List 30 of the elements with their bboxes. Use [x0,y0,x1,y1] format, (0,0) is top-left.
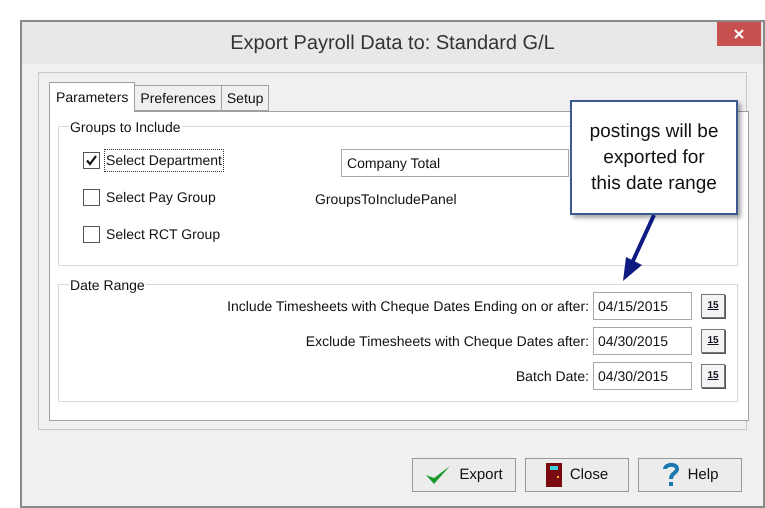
export-button[interactable]: Export [412,458,516,492]
calendar-button[interactable]: 15 [701,329,725,353]
close-button[interactable] [717,22,761,46]
field-label: Batch Date: [516,366,589,386]
field-label: Include Timesheets with Cheque Dates Ending on or after: [227,296,589,316]
tab[interactable]: Setup [220,85,270,111]
callout-text: postings will be exported for this date range [570,100,738,215]
panel-label: GroupsToIncludePanel [315,190,458,209]
checkbox[interactable] [83,152,100,168]
date-field[interactable]: 04/15/2015 [593,292,692,320]
check-icon [425,464,452,486]
help-button[interactable]: Help [638,458,742,492]
checkbox-label[interactable]: Select Department [104,148,224,172]
close-button[interactable]: Close [525,458,629,492]
checkbox[interactable] [83,188,100,206]
department-field[interactable]: Company Total [341,149,569,177]
close-icon [734,29,744,39]
door-icon [546,463,562,487]
tab[interactable]: Preferences [134,85,222,111]
calendar-button[interactable]: 15 [701,364,725,388]
calendar-button[interactable]: 15 [701,294,725,318]
tab[interactable]: Parameters [49,82,136,112]
date-field[interactable]: 04/30/2015 [593,327,692,355]
checkbox[interactable] [83,226,100,242]
checkbox-label[interactable]: Select Pay Group [104,186,218,208]
checkbox-label[interactable]: Select RCT Group [104,222,222,246]
date-field[interactable]: 04/30/2015 [593,362,692,390]
field-label: Exclude Timesheets with Cheque Dates after: [306,332,589,351]
question-icon [662,462,680,488]
window-title: Export Payroll Data to: Standard G/L [230,31,555,56]
